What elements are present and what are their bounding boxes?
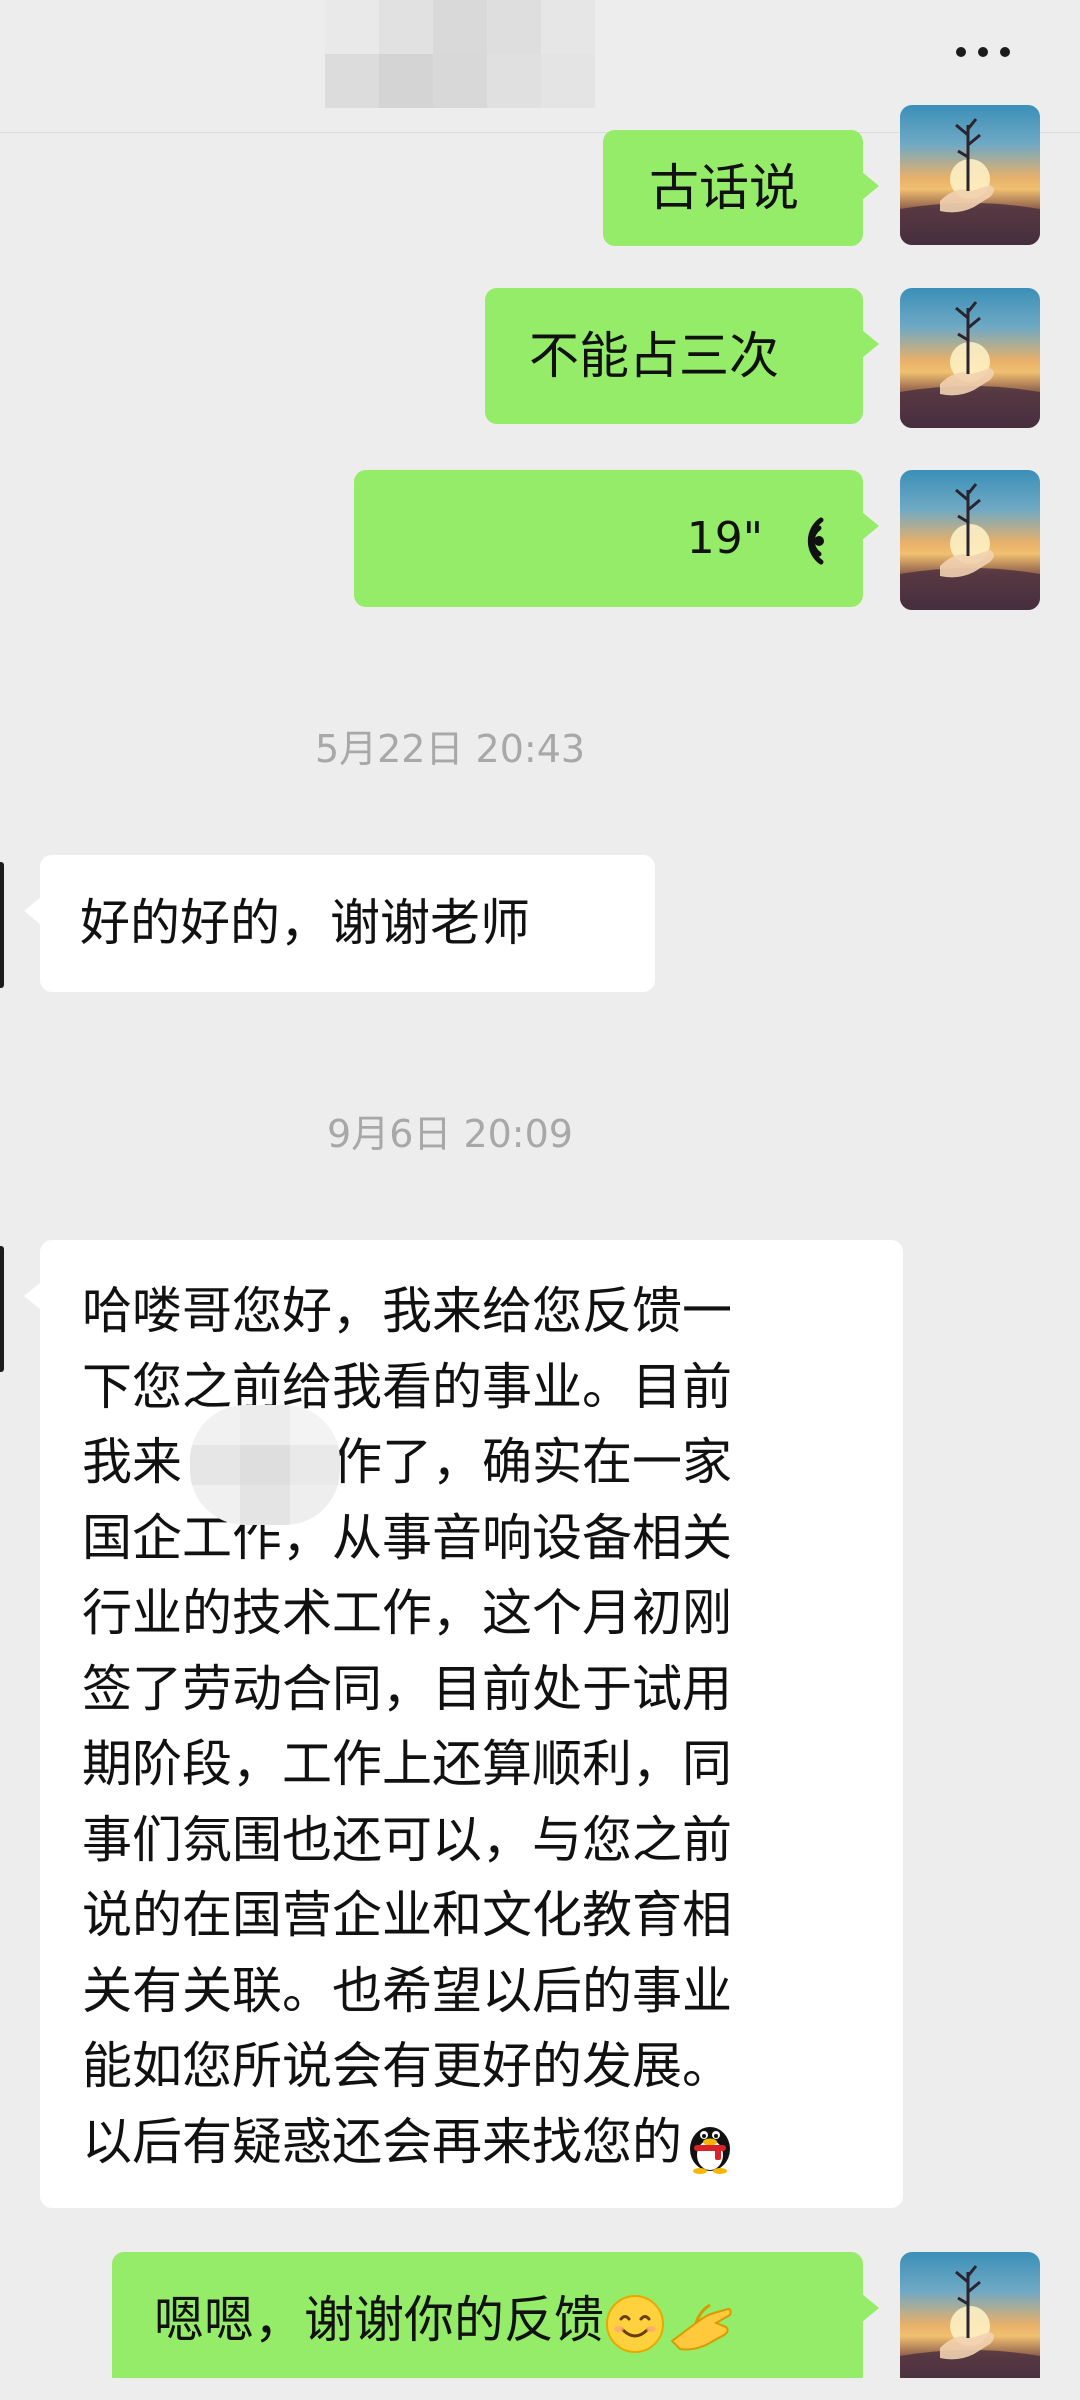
message-line: 国企工作，从事音响设备相关: [82, 1508, 732, 1567]
qq-penguin-emoji: [690, 2127, 730, 2174]
own-avatar[interactable]: [900, 105, 1040, 245]
timestamp: 9月6日 20:09: [327, 1112, 573, 1156]
own-avatar[interactable]: [900, 2252, 1040, 2392]
message-text: 好的好的，谢谢老师: [80, 894, 530, 952]
voice-message-bubble[interactable]: 19": [354, 470, 879, 607]
message-line: 说的在国营企业和文化教育相: [82, 1886, 732, 1944]
smile-emoji: [606, 2294, 664, 2353]
message-line: 哈喽哥您好，我来给您反馈一: [82, 1282, 732, 1340]
message-line-last: 嗯嗯，谢谢你的反馈: [154, 2282, 863, 2358]
message-text: 不能占三次: [529, 327, 779, 385]
contact-avatar-edge[interactable]: [0, 1246, 4, 1372]
own-avatar[interactable]: [900, 470, 1040, 610]
more-dots-icon[interactable]: [948, 40, 1018, 64]
obscured-text-patch: [190, 1405, 340, 1525]
message-line: 能如您所说会有更好的发展。: [82, 2037, 732, 2095]
message-line: 行业的技术工作，这个月初刚: [82, 1584, 732, 1642]
timestamp: 5月22日 20:43: [314, 727, 586, 771]
message-line-last: 以后有疑惑还会再来找您的: [82, 2105, 903, 2181]
message-text: 古话说: [649, 159, 799, 217]
message-bubble-incoming[interactable]: 哈喽哥您好，我来给您反馈一 下您之前给我看的事业。目前 我来 工作了，确实在一家…: [24, 1240, 903, 2208]
message-bubble-incoming[interactable]: 好的好的，谢谢老师: [24, 855, 655, 992]
message-bubble-outgoing[interactable]: 嗯嗯，谢谢你的反馈: [112, 2252, 879, 2388]
own-avatar[interactable]: [900, 288, 1040, 428]
voice-duration: 19": [686, 513, 763, 564]
message-line: 期阶段，工作上还算顺利，同: [82, 1735, 732, 1793]
ok-hand-emoji: [670, 2303, 732, 2350]
bottom-edge: [0, 2378, 1080, 2400]
contact-name-mosaic: [325, 0, 595, 108]
message-line: 下您之前给我看的事业。目前: [82, 1357, 732, 1416]
message-line: 关有关联。也希望以后的事业: [82, 1961, 732, 2020]
message-line-text: 以后有疑惑还会再来找您的: [82, 2112, 682, 2171]
message-bubble-outgoing[interactable]: 不能占三次: [485, 288, 879, 424]
message-line: 签了劳动合同，目前处于试用: [82, 1659, 732, 1718]
contact-avatar-edge[interactable]: [0, 862, 4, 988]
voice-wave-icon: [807, 517, 824, 565]
message-line: 事们氛围也还可以，与您之前: [82, 1810, 732, 1869]
message-text: 嗯嗯，谢谢你的反馈: [154, 2291, 604, 2349]
message-bubble-outgoing[interactable]: 古话说: [603, 130, 879, 246]
